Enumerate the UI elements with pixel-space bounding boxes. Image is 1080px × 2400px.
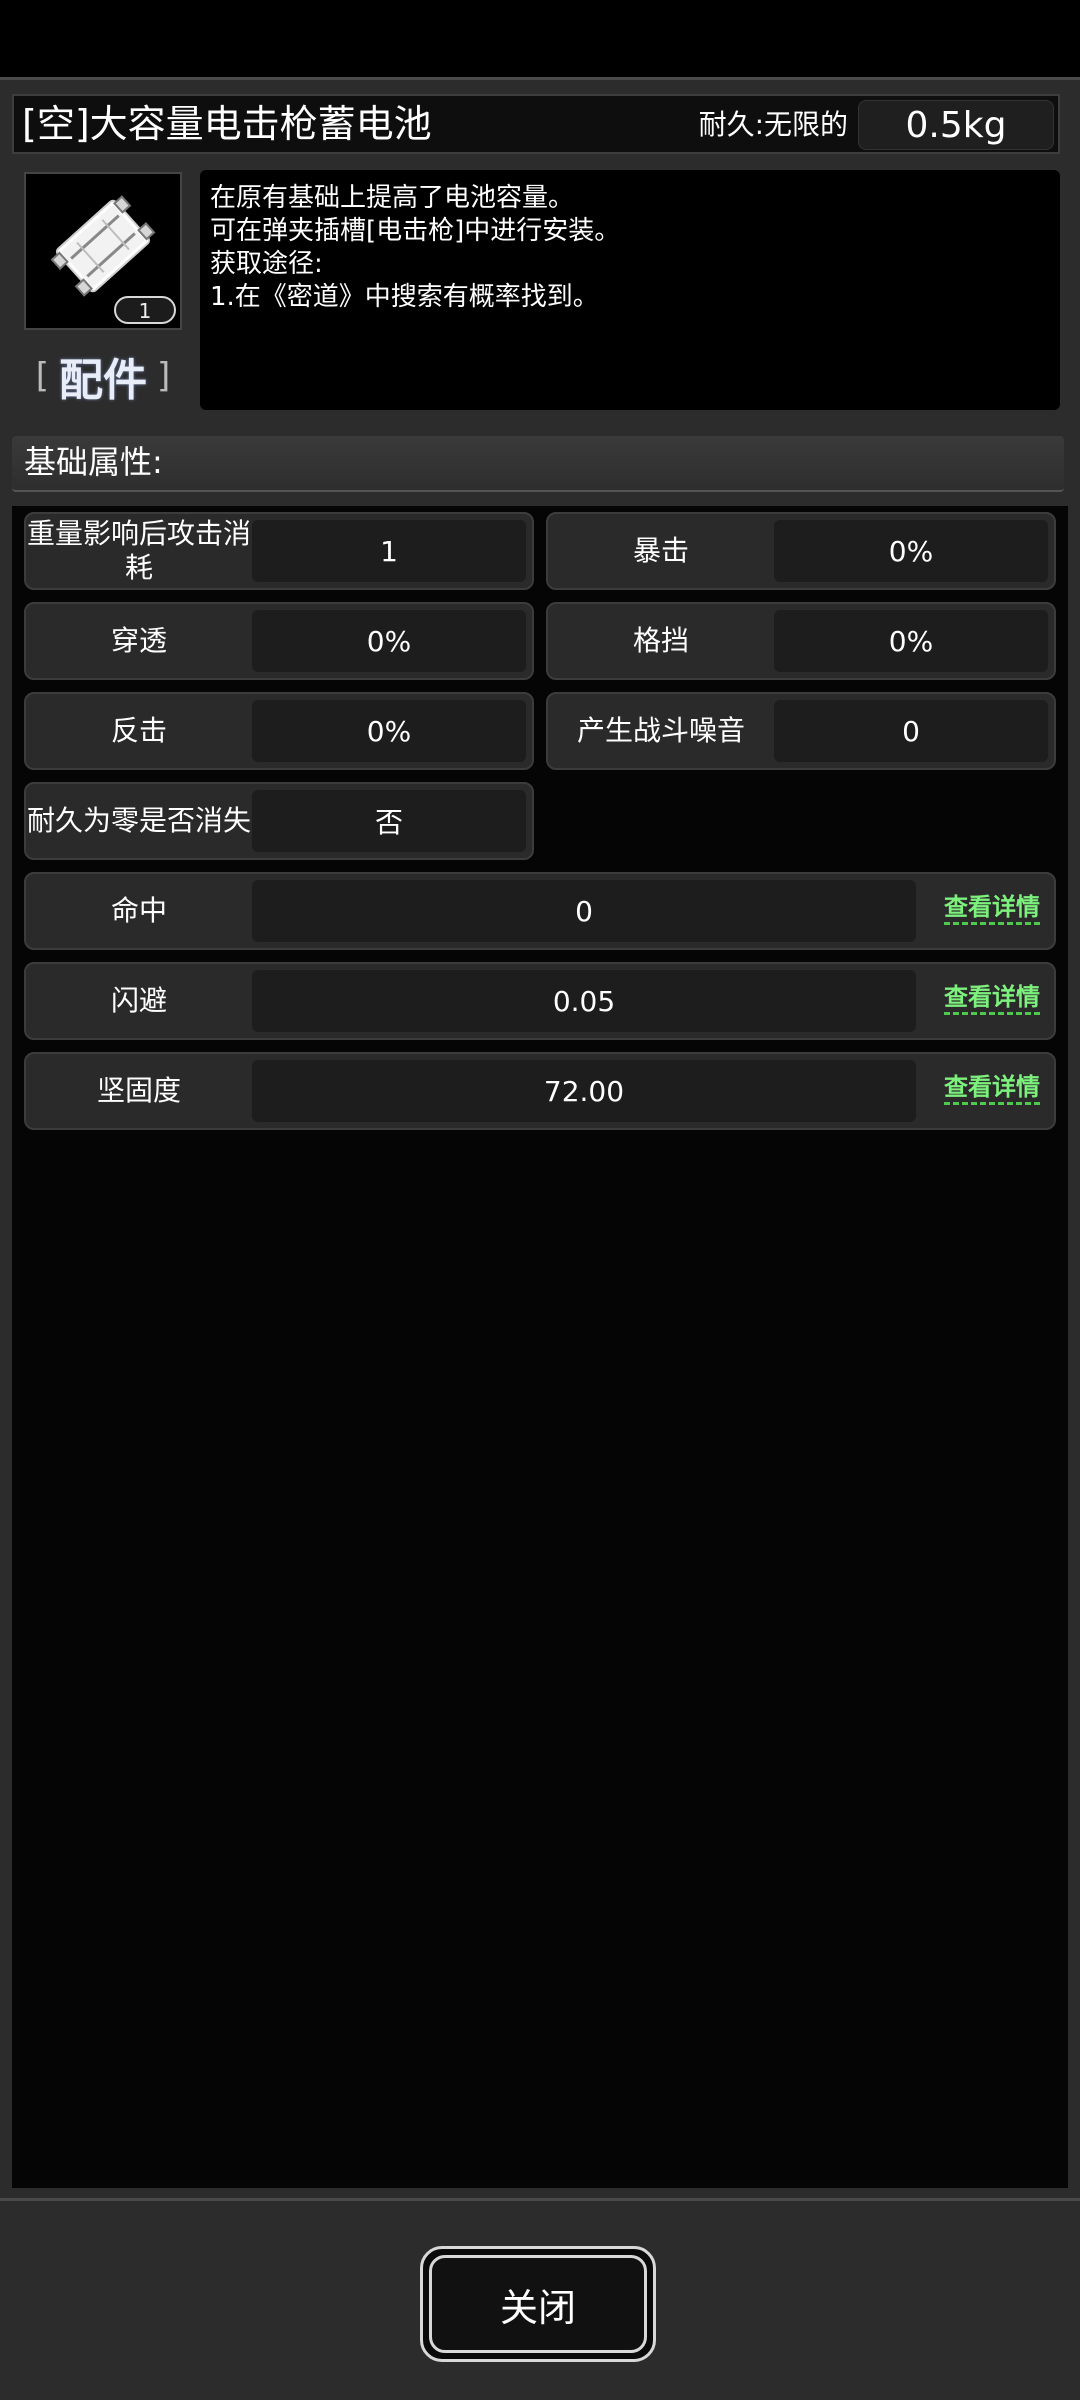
title-bar: [空]大容量电击枪蓄电池 耐久:无限的 0.5kg (12, 94, 1060, 154)
description-line: 获取途径: (210, 249, 323, 279)
stat-value: 否 (252, 790, 526, 852)
section-title: 基础属性: (12, 436, 1064, 492)
category-label: [ 配件 ] (24, 344, 182, 408)
stat-block: 格挡 0% (546, 602, 1056, 680)
stat-label: 格挡 (632, 624, 689, 657)
stat-value: 1 (252, 520, 526, 582)
description-box: 在原有基础上提高了电池容量。 可在弹夹插槽[电击枪]中进行安装。 获取途径: 1… (200, 170, 1060, 410)
category-text: 配件 (59, 355, 147, 406)
quantity-badge: 1 (114, 296, 176, 324)
stat-label: 命中 (110, 894, 167, 927)
close-button[interactable]: 关闭 (420, 2246, 656, 2362)
stat-weight-attack: 重量影响后攻击消耗 1 (24, 512, 534, 590)
bracket-right: ] (157, 356, 171, 396)
stat-label: 产生战斗噪音 (576, 714, 745, 747)
stat-vanish: 耐久为零是否消失 否 (24, 782, 534, 860)
stat-value: 0% (774, 520, 1048, 582)
stat-value: 0 (252, 880, 916, 942)
description-line: 在原有基础上提高了电池容量。 (210, 183, 575, 213)
stat-dodge: 闪避 0.05 查看详情 (24, 962, 1056, 1040)
view-details-link-dodge[interactable]: 查看详情 (944, 982, 1040, 1015)
description-line: 1.在《密道》中搜索有概率找到。 (210, 282, 599, 312)
stat-value: 0% (252, 610, 526, 672)
weight-value: 0.5kg (858, 100, 1054, 150)
stat-sturdiness: 坚固度 72.00 查看详情 (24, 1052, 1056, 1130)
durability-text: 耐久:无限的 (698, 108, 848, 141)
item-title: [空]大容量电击枪蓄电池 (22, 102, 432, 146)
stat-label: 反击 (110, 714, 167, 747)
stat-counter: 反击 0% (24, 692, 534, 770)
stat-label: 闪避 (110, 984, 167, 1017)
close-button-label: 关闭 (429, 2255, 647, 2353)
stat-value: 0% (252, 700, 526, 762)
stat-label: 穿透 (110, 624, 167, 657)
description-line: 可在弹夹插槽[电击枪]中进行安装。 (210, 216, 621, 246)
stat-value: 0% (774, 610, 1048, 672)
bracket-left: [ (35, 356, 49, 396)
stat-noise: 产生战斗噪音 0 (546, 692, 1056, 770)
stat-value: 0 (774, 700, 1048, 762)
stat-value: 72.00 (252, 1060, 916, 1122)
stat-hit: 命中 0 查看详情 (24, 872, 1056, 950)
stat-label: 重量影响后攻击消耗 (26, 517, 251, 584)
stat-value: 0.05 (252, 970, 916, 1032)
stat-penetration: 穿透 0% (24, 602, 534, 680)
stat-label: 坚固度 (96, 1074, 181, 1107)
view-details-link-sturdiness[interactable]: 查看详情 (944, 1072, 1040, 1105)
stat-label: 暴击 (632, 534, 689, 567)
view-details-link-hit[interactable]: 查看详情 (944, 892, 1040, 925)
stat-label: 耐久为零是否消失 (26, 804, 251, 837)
stat-crit: 暴击 0% (546, 512, 1056, 590)
item-icon-frame[interactable]: 1 (24, 172, 182, 330)
